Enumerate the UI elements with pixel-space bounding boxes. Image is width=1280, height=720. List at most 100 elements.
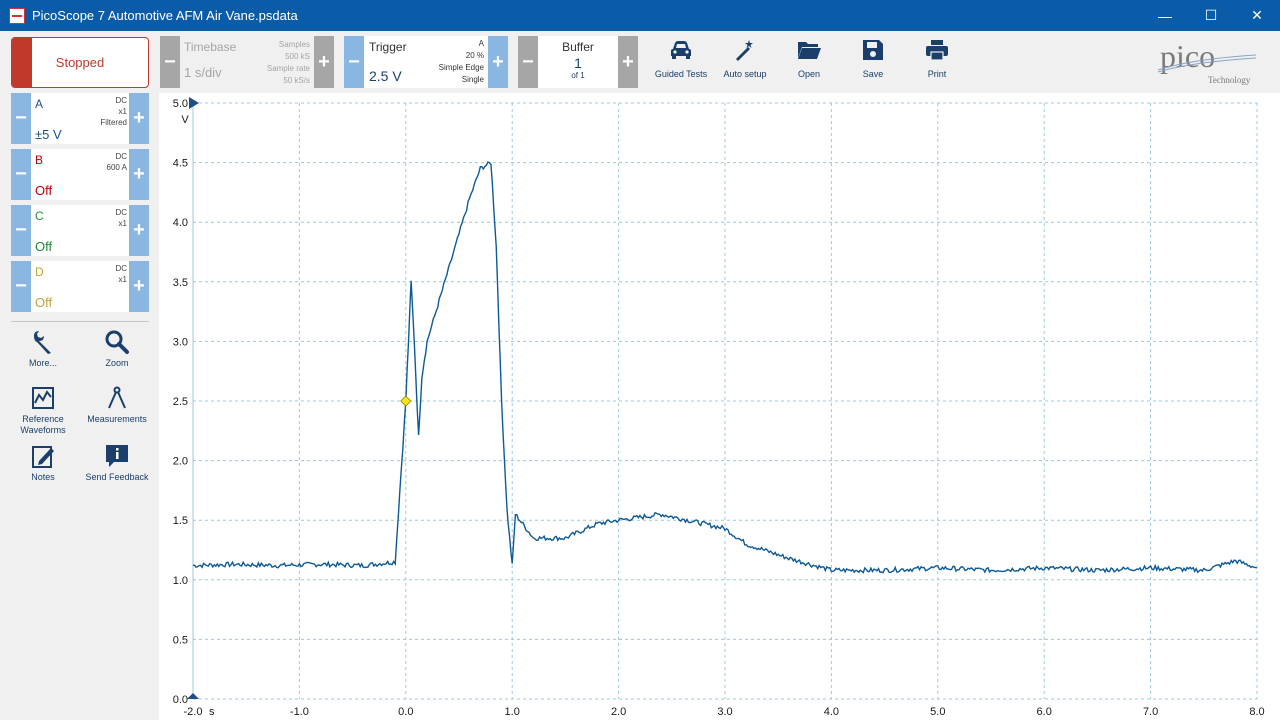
samples-value: 500 kS	[285, 52, 310, 61]
channel-d-name: D	[35, 265, 44, 279]
y-tick-label: 1.5	[173, 515, 188, 527]
trigger-level-value[interactable]: 2.5 V	[369, 68, 402, 84]
sample-rate-value: 50 kS/s	[283, 76, 310, 85]
y-tick-label: 0.5	[173, 634, 188, 646]
y-tick-label: 3.0	[173, 336, 188, 348]
channel-a-range[interactable]: ±5 V	[35, 127, 62, 142]
maximize-button[interactable]: ☐	[1188, 0, 1234, 31]
print-button[interactable]: Print	[907, 37, 967, 87]
trigger-increase-button[interactable]: +	[488, 36, 508, 88]
x-tick-label: 7.0	[1143, 706, 1158, 718]
buffer-value[interactable]: 1	[538, 55, 618, 71]
timebase-increase-button[interactable]: +	[314, 36, 334, 88]
x-tick-label: 6.0	[1037, 706, 1052, 718]
measurements-button[interactable]: Measurements	[82, 385, 152, 425]
buffer-of-count: of 1	[571, 71, 585, 80]
trigger-channel: A	[478, 39, 484, 48]
y-axis-handle	[189, 97, 199, 109]
reference-waveform-icon	[32, 387, 54, 409]
channel-a-increase-button[interactable]: +	[129, 93, 149, 144]
y-tick-label: 2.0	[173, 456, 188, 468]
samples-label: Samples	[278, 40, 310, 49]
x-axis-handle	[187, 693, 199, 699]
trigger-pretrigger: 20 %	[465, 51, 484, 60]
trigger-marker	[400, 395, 412, 407]
magic-wand-icon	[736, 40, 753, 61]
sidebar-divider	[11, 321, 149, 322]
channel-c-decrease-button[interactable]: −	[11, 205, 31, 256]
channel-d-increase-button[interactable]: +	[129, 261, 149, 312]
feedback-icon	[106, 445, 128, 467]
channel-c-increase-button[interactable]: +	[129, 205, 149, 256]
channel-b-control: − B DC 600 A Off +	[11, 149, 149, 200]
pico-technology-logo: pico Technology	[1152, 37, 1262, 87]
x-tick-label: 3.0	[717, 706, 732, 718]
buffer-label: Buffer	[562, 40, 594, 54]
channel-a-control: − A DC x1 Filtered ±5 V +	[11, 93, 149, 144]
y-tick-label: 3.5	[173, 277, 188, 289]
window-title: PicoScope 7 Automotive AFM Air Vane.psda…	[32, 8, 298, 23]
open-button[interactable]: Open	[779, 37, 839, 87]
channel-sidebar: − A DC x1 Filtered ±5 V + − B DC 600 A O…	[0, 93, 158, 720]
zoom-button[interactable]: Zoom	[82, 329, 152, 369]
notes-icon	[32, 446, 54, 468]
car-icon	[671, 41, 691, 59]
buffer-next-button[interactable]: +	[618, 36, 638, 88]
svg-text:pico: pico	[1160, 38, 1215, 74]
x-tick-label: 4.0	[824, 706, 839, 718]
minimize-button[interactable]: —	[1142, 0, 1188, 31]
trigger-label: Trigger	[369, 40, 407, 54]
run-stop-button[interactable]: Stopped	[11, 37, 149, 88]
wrench-icon	[34, 331, 51, 354]
toolbar: Stopped − Timebase 1 s/div Samples 500 k…	[0, 31, 1280, 93]
x-tick-label: -2.0	[184, 706, 203, 718]
channel-a-name: A	[35, 97, 44, 111]
guided-tests-button[interactable]: Guided Tests	[651, 37, 711, 87]
x-tick-label: 8.0	[1249, 706, 1264, 718]
y-tick-label: 4.0	[173, 217, 188, 229]
x-tick-label: 1.0	[505, 706, 520, 718]
svg-text:Technology: Technology	[1208, 75, 1251, 85]
buffer-control: − Buffer 1 of 1 +	[518, 36, 638, 88]
buffer-previous-button[interactable]: −	[518, 36, 538, 88]
title-bar: PicoScope 7 Automotive AFM Air Vane.psda…	[0, 0, 1280, 31]
channel-b-increase-button[interactable]: +	[129, 149, 149, 200]
y-axis-unit: V	[181, 114, 189, 126]
y-tick-label: 0.0	[173, 694, 188, 706]
y-tick-label: 5.0	[173, 98, 188, 110]
waveform-chart[interactable]: -2.0 -1.0 0.0 1.0 2.0 3.0 4.0 5.0 6.0 7.0 8.0 0.0 0.…	[159, 93, 1280, 720]
trigger-mode: Single	[461, 75, 484, 84]
channel-b-decrease-button[interactable]: −	[11, 149, 31, 200]
close-button[interactable]: ✕	[1234, 0, 1280, 31]
notes-button[interactable]: Notes	[8, 443, 78, 483]
timebase-value[interactable]: 1 s/div	[184, 65, 222, 80]
x-axis-unit: s	[209, 706, 215, 718]
save-button[interactable]: Save	[843, 37, 903, 87]
channel-c-control: − C DC x1 Off +	[11, 205, 149, 256]
scope-view[interactable]: -2.0 -1.0 0.0 1.0 2.0 3.0 4.0 5.0 6.0 7.0 8.0 0.0 0.…	[159, 93, 1280, 720]
channel-d-decrease-button[interactable]: −	[11, 261, 31, 312]
reference-waveforms-button[interactable]: Reference Waveforms	[8, 385, 78, 436]
channel-d-control: − D DC x1 Off +	[11, 261, 149, 312]
run-stop-label: Stopped	[55, 55, 105, 70]
timebase-decrease-button[interactable]: −	[160, 36, 180, 88]
timebase-control: − Timebase 1 s/div Samples 500 kS Sample…	[160, 36, 334, 88]
channel-c-name: C	[35, 209, 44, 223]
printer-icon	[926, 40, 948, 61]
trigger-decrease-button[interactable]: −	[344, 36, 364, 88]
y-tick-label: 1.0	[173, 575, 188, 587]
channel-c-range[interactable]: Off	[35, 239, 52, 254]
auto-setup-button[interactable]: Auto setup	[715, 37, 775, 87]
x-tick-label: 2.0	[611, 706, 626, 718]
channel-d-range[interactable]: Off	[35, 295, 52, 310]
folder-open-icon	[798, 42, 821, 59]
x-tick-label: 5.0	[930, 706, 945, 718]
x-tick-label: 0.0	[398, 706, 413, 718]
send-feedback-button[interactable]: Send Feedback	[82, 443, 152, 483]
timebase-label: Timebase	[184, 40, 237, 54]
more-tools-button[interactable]: More...	[8, 329, 78, 369]
channel-b-name: B	[35, 153, 44, 167]
channel-a-decrease-button[interactable]: −	[11, 93, 31, 144]
channel-b-range[interactable]: Off	[35, 183, 52, 198]
y-tick-label: 2.5	[173, 396, 188, 408]
